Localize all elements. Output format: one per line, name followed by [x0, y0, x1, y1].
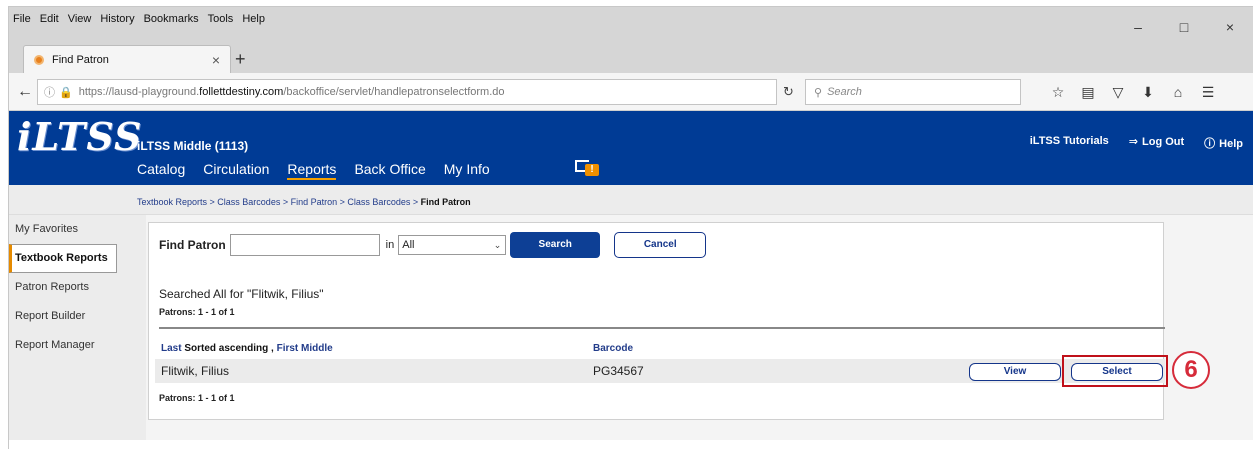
find-patron-input[interactable] — [229, 234, 380, 256]
patron-name: Flitwik, Filius — [161, 364, 229, 378]
sidebar-item-textbook-reports[interactable]: Textbook Reports — [9, 244, 117, 273]
window-controls: – □ × — [1115, 7, 1253, 47]
sort-barcode-link[interactable]: Barcode — [593, 343, 633, 354]
browser-title-area: File Edit View History Bookmarks Tools H… — [9, 7, 1253, 74]
breadcrumb-bar: Textbook Reports > Class Barcodes > Find… — [9, 185, 1253, 215]
search-summary: Searched All for "Flitwik, Filius" — [159, 287, 324, 301]
browser-tab[interactable]: Find Patron × — [23, 45, 231, 74]
new-tab-button[interactable]: + — [235, 47, 246, 71]
alert-badge: ! — [585, 164, 599, 176]
sidebar-item-report-manager[interactable]: Report Manager — [9, 331, 146, 360]
breadcrumb-current: Find Patron — [420, 197, 471, 207]
lock-icon[interactable]: 🔒 — [59, 86, 73, 99]
patron-count-top: Patrons: 1 - 1 of 1 — [159, 307, 235, 317]
help-link[interactable]: ⓘ Help — [1204, 135, 1243, 151]
nav-my-info[interactable]: My Info — [444, 161, 490, 180]
sidebar: My Favorites Textbook Reports Patron Rep… — [9, 215, 146, 440]
help-label: Help — [1219, 138, 1243, 150]
navigation-toolbar: ← ⓘ 🔒 https://lausd-playground. follettde… — [9, 73, 1253, 111]
menu-help[interactable]: Help — [242, 9, 265, 29]
school-name: iLTSS Middle (1113) — [137, 139, 249, 153]
nav-catalog[interactable]: Catalog — [137, 161, 185, 180]
logout-label: Log Out — [1142, 136, 1185, 148]
download-icon[interactable]: ⬇ — [1135, 81, 1161, 103]
reload-icon[interactable]: ↻ — [783, 79, 803, 105]
info-icon[interactable]: ⓘ — [44, 84, 55, 100]
menu-tools[interactable]: Tools — [208, 9, 234, 29]
sort-indicator: Sorted ascending — [184, 343, 269, 354]
help-icon: ⓘ — [1204, 138, 1216, 150]
find-patron-row: Find Patron in All ⌄ Search Cancel — [159, 232, 707, 258]
notification-flag-icon[interactable]: ! — [573, 158, 603, 178]
menu-bookmarks[interactable]: Bookmarks — [144, 9, 199, 29]
find-patron-label: Find Patron — [159, 238, 226, 252]
browser-search-input[interactable]: ⚲ Search — [805, 79, 1021, 105]
in-label: in — [385, 239, 395, 251]
close-window-button[interactable]: × — [1207, 7, 1253, 47]
divider — [159, 327, 1165, 329]
chevron-down-icon: ⌄ — [493, 239, 502, 250]
search-scope-select[interactable]: All ⌄ — [398, 235, 507, 255]
view-button[interactable]: View — [969, 363, 1061, 381]
menu-view[interactable]: View — [68, 9, 92, 29]
bookmark-star-icon[interactable]: ☆ — [1045, 81, 1071, 103]
app-logo: iLTSS — [17, 114, 143, 159]
comma-separator: , — [271, 343, 274, 354]
url-domain: follettdestiny.com — [199, 86, 284, 98]
home-icon[interactable]: ⌂ — [1165, 81, 1191, 103]
url-bar[interactable]: ⓘ 🔒 https://lausd-playground. follettdest… — [37, 79, 777, 105]
logout-link[interactable]: ⇒ Log Out — [1129, 135, 1184, 151]
highlight-box — [1062, 355, 1168, 387]
sort-first-link[interactable]: First — [277, 343, 299, 354]
search-placeholder: Search — [827, 86, 862, 98]
step-marker: 6 — [1172, 351, 1210, 389]
header-links: iLTSS Tutorials ⇒ Log Out ⓘ Help — [1030, 135, 1243, 151]
search-button[interactable]: Search — [510, 232, 601, 258]
url-prefix: https://lausd-playground. — [78, 86, 200, 98]
breadcrumb: Textbook Reports > Class Barcodes > Find… — [137, 197, 471, 207]
breadcrumb-trail[interactable]: Textbook Reports > Class Barcodes > Find… — [137, 197, 421, 207]
nav-reports[interactable]: Reports — [287, 161, 337, 180]
nav-circulation[interactable]: Circulation — [203, 161, 269, 180]
tab-close-icon[interactable]: × — [212, 52, 220, 68]
menu-edit[interactable]: Edit — [40, 9, 59, 29]
nav-back-office[interactable]: Back Office — [354, 161, 425, 180]
app-header: iLTSS iLTSS Middle (1113) Catalog Circul… — [9, 111, 1253, 185]
menu-file[interactable]: File — [13, 9, 31, 29]
back-arrow-icon[interactable]: ← — [17, 83, 33, 101]
sidebar-item-patron-reports[interactable]: Patron Reports — [9, 273, 146, 302]
logout-icon: ⇒ — [1128, 136, 1138, 148]
table-row: Flitwik, Filius PG34567 View Select — [155, 359, 1165, 383]
sort-last-link[interactable]: Last — [161, 343, 182, 354]
column-header-name: Last Sorted ascending , First Middle — [161, 343, 333, 354]
tutorials-link[interactable]: iLTSS Tutorials — [1030, 135, 1109, 151]
maximize-button[interactable]: □ — [1161, 7, 1207, 47]
patron-count-bottom: Patrons: 1 - 1 of 1 — [159, 393, 235, 403]
favicon-icon — [34, 55, 44, 65]
minimize-button[interactable]: – — [1115, 7, 1161, 47]
sort-middle-link[interactable]: Middle — [301, 343, 333, 354]
cancel-button[interactable]: Cancel — [614, 232, 707, 258]
clipboard-icon[interactable]: ▤ — [1075, 81, 1101, 103]
patron-barcode: PG34567 — [593, 364, 644, 378]
url-path: /backoffice/servlet/handlepatronselectfo… — [283, 86, 505, 98]
main-navigation: Catalog Circulation Reports Back Office … — [137, 161, 508, 180]
tab-title: Find Patron — [52, 54, 109, 66]
menu-history[interactable]: History — [100, 9, 134, 29]
sidebar-item-my-favorites[interactable]: My Favorites — [9, 215, 146, 244]
search-icon: ⚲ — [814, 86, 823, 99]
browser-tools: ☆ ▤ ▽ ⬇ ⌂ ☰ — [1045, 81, 1221, 103]
find-patron-panel: Find Patron in All ⌄ Search Cancel Searc… — [148, 222, 1165, 420]
pocket-icon[interactable]: ▽ — [1105, 81, 1131, 103]
sidebar-item-report-builder[interactable]: Report Builder — [9, 302, 146, 331]
search-scope-value: All — [402, 239, 415, 251]
menu-bar: File Edit View History Bookmarks Tools H… — [13, 9, 265, 29]
hamburger-menu-icon[interactable]: ☰ — [1195, 81, 1221, 103]
